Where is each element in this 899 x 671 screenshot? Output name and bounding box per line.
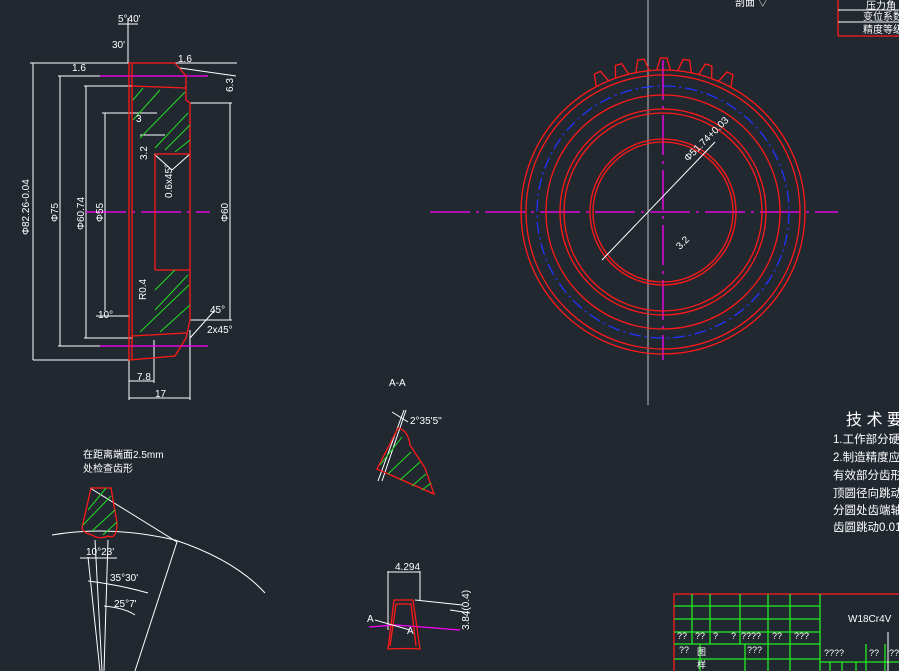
tooth-profile-view: 在距离端面2.5mm 处检查齿形 10°23' 35°30' 25°7' bbox=[51, 448, 266, 671]
dim-d55: Φ55 bbox=[95, 202, 106, 222]
tb-r3-c3: ?? bbox=[889, 648, 899, 658]
dim-angle-top: 5°40' bbox=[118, 14, 141, 25]
dim-d75: Φ75 bbox=[50, 202, 61, 222]
roughness-3: 6.3 bbox=[225, 78, 236, 92]
tb-r1-c6: ?? bbox=[772, 631, 783, 641]
dim-radius: R0.4 bbox=[138, 278, 149, 300]
material: W18Cr4V bbox=[848, 614, 892, 625]
dim-width-17: 17 bbox=[155, 389, 167, 400]
tech-req-line: 有效部分齿形公差 bbox=[833, 470, 899, 482]
gear-section-view: 5°40' 30' 1.6 1.6 6.3 Φ82.26-0.04 Φ75 Φ6… bbox=[21, 14, 237, 400]
tb-r1-c5: ???? bbox=[741, 631, 762, 641]
tooth-height: 3.84(0.4) bbox=[461, 590, 472, 630]
tooth-note-1: 在距离端面2.5mm bbox=[83, 448, 164, 461]
dim-bore: Φ51.74+0.03 bbox=[682, 115, 731, 164]
tb-r1-c1: ?? bbox=[677, 631, 688, 641]
tb-r2-c1: ?? bbox=[679, 645, 690, 655]
tb-r1-c4: ? bbox=[731, 631, 737, 641]
gear-front-view: Φ51.74+0.03 3.2 bbox=[430, 0, 838, 405]
tb-r3-c2: ?? bbox=[869, 648, 880, 658]
cad-drawing-canvas[interactable]: 5°40' 30' 1.6 1.6 6.3 Φ82.26-0.04 Φ75 Φ6… bbox=[0, 0, 899, 671]
roughness-bore: 3.2 bbox=[674, 234, 692, 252]
dim-chamfer: 0.6x45° bbox=[164, 164, 175, 198]
section-a-a: A-A 2°35'5" bbox=[376, 378, 442, 496]
angle-35-30: 35°30' bbox=[110, 573, 138, 584]
dim-angle-45: 45° bbox=[210, 305, 225, 316]
tech-req-line: 顶圆径向跳动0.01 bbox=[833, 488, 899, 500]
tb-r2-c2: 图样标记 bbox=[697, 647, 707, 670]
dim-width-7-8: 7.8 bbox=[137, 372, 151, 383]
param-accuracy: 精度等级 bbox=[863, 23, 899, 36]
tech-req-line: 1.工作部分硬度H bbox=[833, 434, 899, 446]
dim-chamfer-2: 2x45° bbox=[207, 325, 233, 336]
drawing: 5°40' 30' 1.6 1.6 6.3 Φ82.26-0.04 Φ75 Φ6… bbox=[21, 0, 899, 671]
angle-25-7: 25°7' bbox=[114, 599, 137, 610]
tb-r1-c3: ? bbox=[713, 631, 719, 641]
tooth-note-2: 处检查齿形 bbox=[83, 462, 133, 475]
section-aa-label: A-A bbox=[389, 378, 406, 389]
section-aa-angle: 2°35'5" bbox=[410, 416, 442, 427]
section-mark-a-right: A bbox=[407, 626, 414, 637]
tb-r2-c3: ??? bbox=[747, 645, 763, 655]
roughness-1: 1.6 bbox=[72, 63, 86, 74]
dim-d60: Φ60 bbox=[220, 202, 231, 222]
tech-req-line: 分圆处齿端轴向跳 bbox=[833, 505, 899, 517]
dim-angle-10: 10° bbox=[98, 310, 113, 321]
param-pressure-angle: 压力角 bbox=[866, 0, 896, 12]
tb-r3-c1: ???? bbox=[824, 648, 845, 658]
dim-3: 3 bbox=[136, 114, 142, 125]
tooth-detail-view: 4.294 A A 3.84(0.4) bbox=[367, 562, 472, 650]
dim-angle-small: 30' bbox=[112, 40, 125, 51]
dim-d60-74: Φ60.74 bbox=[76, 197, 87, 230]
tech-req-title: 技 术 要 bbox=[846, 412, 899, 429]
dim-outer-diameter: Φ82.26-0.04 bbox=[21, 179, 32, 235]
title-block: W18Cr4V bbox=[673, 593, 899, 671]
tech-req-line: 齿圆跳动0.017。 bbox=[833, 522, 899, 534]
roughness-3-2: 3.2 bbox=[139, 146, 150, 160]
param-modification: 变位系数 bbox=[863, 10, 899, 23]
tb-r1-c7: ??? bbox=[794, 631, 810, 641]
parameter-table: 剖面 ▽ 压力角 变位系数 精度等级 bbox=[735, 0, 899, 37]
angle-10-23: 10°23' bbox=[86, 547, 114, 558]
top-note: 剖面 ▽ bbox=[735, 0, 768, 9]
tb-r1-c2: ?? bbox=[695, 631, 706, 641]
tech-req-line: 2.制造精度应符合 bbox=[833, 452, 899, 464]
section-mark-a-left: A bbox=[367, 614, 374, 625]
tooth-width: 4.294 bbox=[395, 562, 420, 573]
roughness-2: 1.6 bbox=[178, 54, 192, 65]
